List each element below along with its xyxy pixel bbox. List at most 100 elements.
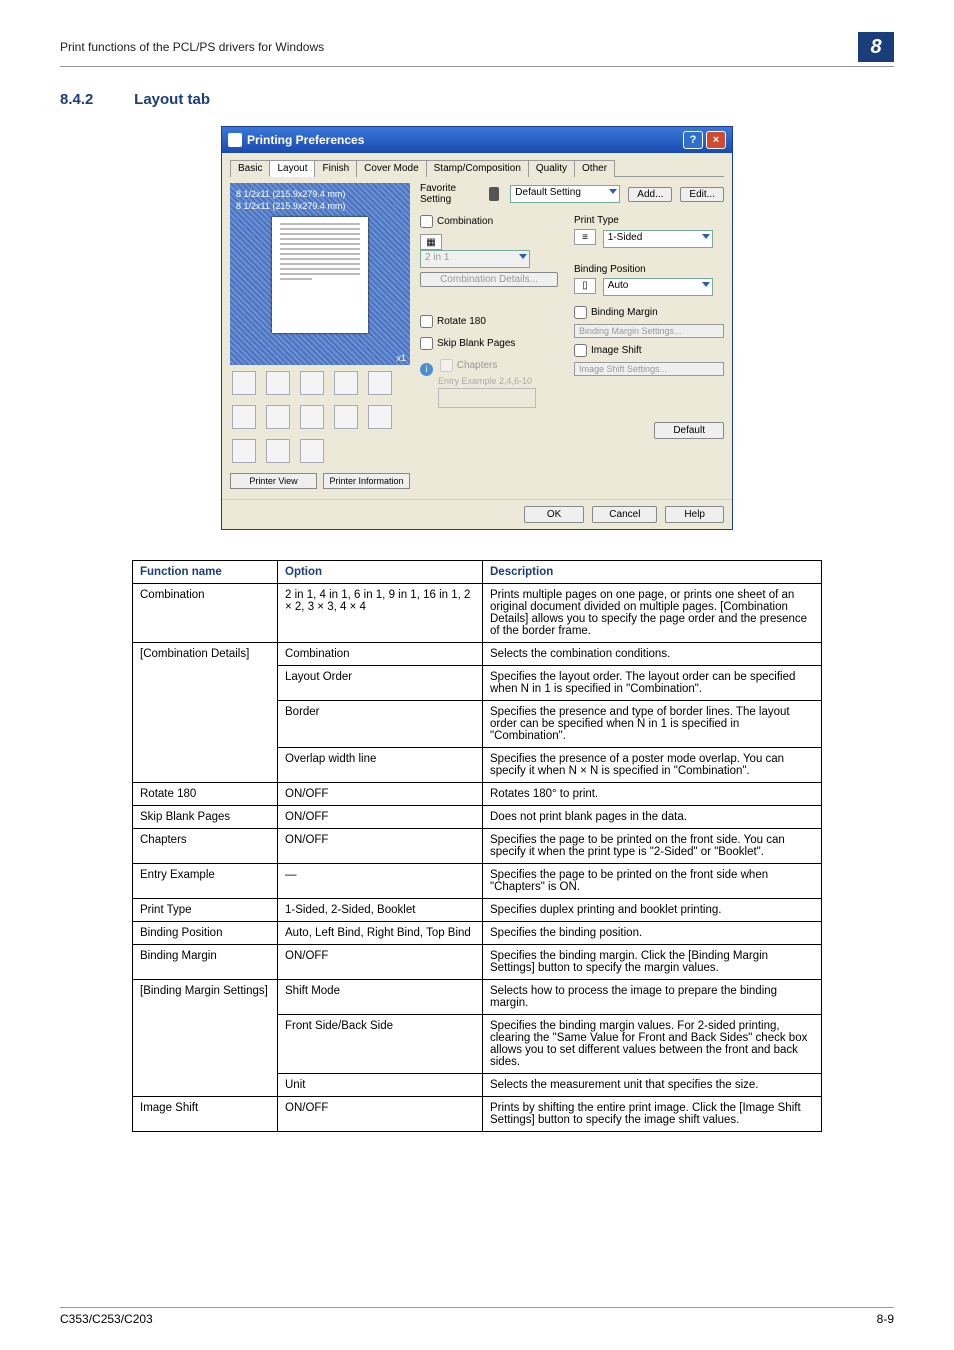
section-title: Layout tab [134, 91, 210, 108]
cell-description: Selects the measurement unit that specif… [483, 1074, 822, 1097]
page-footer: C353/C253/C203 8-9 [60, 1307, 894, 1326]
dialog-titlebar: Printing Preferences ? × [222, 127, 732, 153]
cell-function-name: [Combination Details] [133, 643, 278, 783]
binding-position-icon: ▯ [574, 278, 596, 294]
image-shift-settings-button[interactable]: Image Shift Settings... [574, 362, 724, 376]
cell-description: Specifies the binding margin values. For… [483, 1015, 822, 1074]
table-row: Binding MarginON/OFFSpecifies the bindin… [133, 945, 822, 980]
toolbar-icon[interactable] [266, 405, 290, 429]
tab-stamp[interactable]: Stamp/Composition [426, 160, 529, 177]
toolbar-icon[interactable] [334, 405, 358, 429]
combination-details-button[interactable]: Combination Details... [420, 272, 558, 287]
th-option: Option [278, 561, 483, 584]
cell-function-name: [Binding Margin Settings] [133, 980, 278, 1097]
cell-function-name: Binding Position [133, 922, 278, 945]
cell-description: Specifies the presence and type of borde… [483, 701, 822, 748]
chapters-checkbox[interactable]: Chapters [440, 359, 498, 372]
image-shift-checkbox[interactable]: Image Shift [574, 344, 642, 357]
toolbar-icon[interactable] [300, 371, 324, 395]
default-button[interactable]: Default [654, 422, 724, 439]
binding-margin-settings-button[interactable]: Binding Margin Settings... [574, 324, 724, 338]
cell-option: ON/OFF [278, 1097, 483, 1132]
table-row: [Combination Details]CombinationSelects … [133, 643, 822, 666]
toolbar-icon[interactable] [300, 439, 324, 463]
toolbar-icon[interactable] [368, 405, 392, 429]
table-row: [Binding Margin Settings]Shift ModeSelec… [133, 980, 822, 1015]
binding-position-label: Binding Position [574, 264, 724, 275]
ok-button[interactable]: OK [524, 506, 584, 523]
cell-function-name: Print Type [133, 899, 278, 922]
printer-view-button[interactable]: Printer View [230, 473, 317, 489]
tab-basic[interactable]: Basic [230, 160, 270, 177]
cell-description: Specifies duplex printing and booklet pr… [483, 899, 822, 922]
tab-other[interactable]: Other [574, 160, 615, 177]
print-type-icon: ≡ [574, 229, 596, 245]
binding-margin-checkbox[interactable]: Binding Margin [574, 306, 658, 319]
rotate180-checkbox[interactable]: Rotate 180 [420, 315, 486, 328]
help-button[interactable]: Help [665, 506, 724, 523]
cell-function-name: Chapters [133, 829, 278, 864]
combination-icon: ▦ [420, 234, 442, 250]
cell-function-name: Rotate 180 [133, 783, 278, 806]
tab-quality[interactable]: Quality [528, 160, 575, 177]
toolbar-icon[interactable] [232, 439, 256, 463]
cell-description: Specifies the page to be printed on the … [483, 864, 822, 899]
toolbar-icon[interactable] [266, 439, 290, 463]
cell-option: Auto, Left Bind, Right Bind, Top Bind [278, 922, 483, 945]
paper-preview [272, 217, 368, 333]
cell-option: Overlap width line [278, 748, 483, 783]
cancel-button[interactable]: Cancel [592, 506, 657, 523]
tab-finish[interactable]: Finish [314, 160, 357, 177]
toolbar-icon[interactable] [300, 405, 324, 429]
cell-description: Specifies the presence of a poster mode … [483, 748, 822, 783]
toolbar-icon[interactable] [334, 371, 358, 395]
toolbar-icon[interactable] [266, 371, 290, 395]
cell-option: ON/OFF [278, 806, 483, 829]
favorite-icon [489, 187, 500, 201]
section-heading: 8.4.2 Layout tab [60, 91, 894, 108]
toolbar-icon[interactable] [368, 371, 392, 395]
cell-description: Rotates 180° to print. [483, 783, 822, 806]
output-size-label: 8 1/2x11 (215.9x279.4 mm) [236, 201, 404, 211]
table-row: ChaptersON/OFFSpecifies the page to be p… [133, 829, 822, 864]
cell-function-name: Combination [133, 584, 278, 643]
close-icon[interactable]: × [706, 131, 726, 149]
cell-option: 1-Sided, 2-Sided, Booklet [278, 899, 483, 922]
skip-blank-checkbox[interactable]: Skip Blank Pages [420, 337, 515, 350]
tab-cover-mode[interactable]: Cover Mode [356, 160, 426, 177]
zoom-label: x1 [396, 353, 406, 363]
preview-column: 8 1/2x11 (215.9x279.4 mm) 8 1/2x11 (215.… [230, 183, 410, 489]
page-number: 8-9 [877, 1312, 894, 1326]
original-size-label: 8 1/2x11 (215.9x279.4 mm) [236, 189, 404, 199]
cell-description: Specifies the layout order. The layout o… [483, 666, 822, 701]
cell-function-name: Binding Margin [133, 945, 278, 980]
table-row: Image ShiftON/OFFPrints by shifting the … [133, 1097, 822, 1132]
toolbar-icon[interactable] [232, 405, 256, 429]
print-type-select[interactable]: 1-Sided [603, 230, 713, 248]
cell-function-name: Skip Blank Pages [133, 806, 278, 829]
combination-select[interactable]: 2 in 1 [420, 250, 530, 268]
table-row: Skip Blank PagesON/OFFDoes not print bla… [133, 806, 822, 829]
printing-preferences-dialog: Printing Preferences ? × Basic Layout Fi… [221, 126, 733, 530]
help-icon[interactable]: ? [683, 131, 703, 149]
binding-position-select[interactable]: Auto [603, 278, 713, 296]
cell-option: Unit [278, 1074, 483, 1097]
edit-button[interactable]: Edit... [680, 187, 724, 202]
divider [60, 66, 894, 67]
icon-toolbar [230, 365, 410, 469]
favorite-setting-select[interactable]: Default Setting [510, 185, 620, 203]
table-header-row: Function name Option Description [133, 561, 822, 584]
add-button[interactable]: Add... [628, 187, 672, 202]
info-icon: i [420, 363, 433, 376]
tab-bar: Basic Layout Finish Cover Mode Stamp/Com… [230, 159, 724, 177]
tab-layout[interactable]: Layout [269, 160, 315, 177]
table-row: Binding PositionAuto, Left Bind, Right B… [133, 922, 822, 945]
cell-description: Specifies the page to be printed on the … [483, 829, 822, 864]
entry-example-input[interactable] [438, 388, 536, 408]
printer-info-button[interactable]: Printer Information [323, 473, 410, 489]
toolbar-icon[interactable] [232, 371, 256, 395]
table-row: Print Type1-Sided, 2-Sided, BookletSpeci… [133, 899, 822, 922]
cell-option: Border [278, 701, 483, 748]
combination-checkbox[interactable]: Combination [420, 215, 493, 228]
app-icon [228, 133, 242, 147]
